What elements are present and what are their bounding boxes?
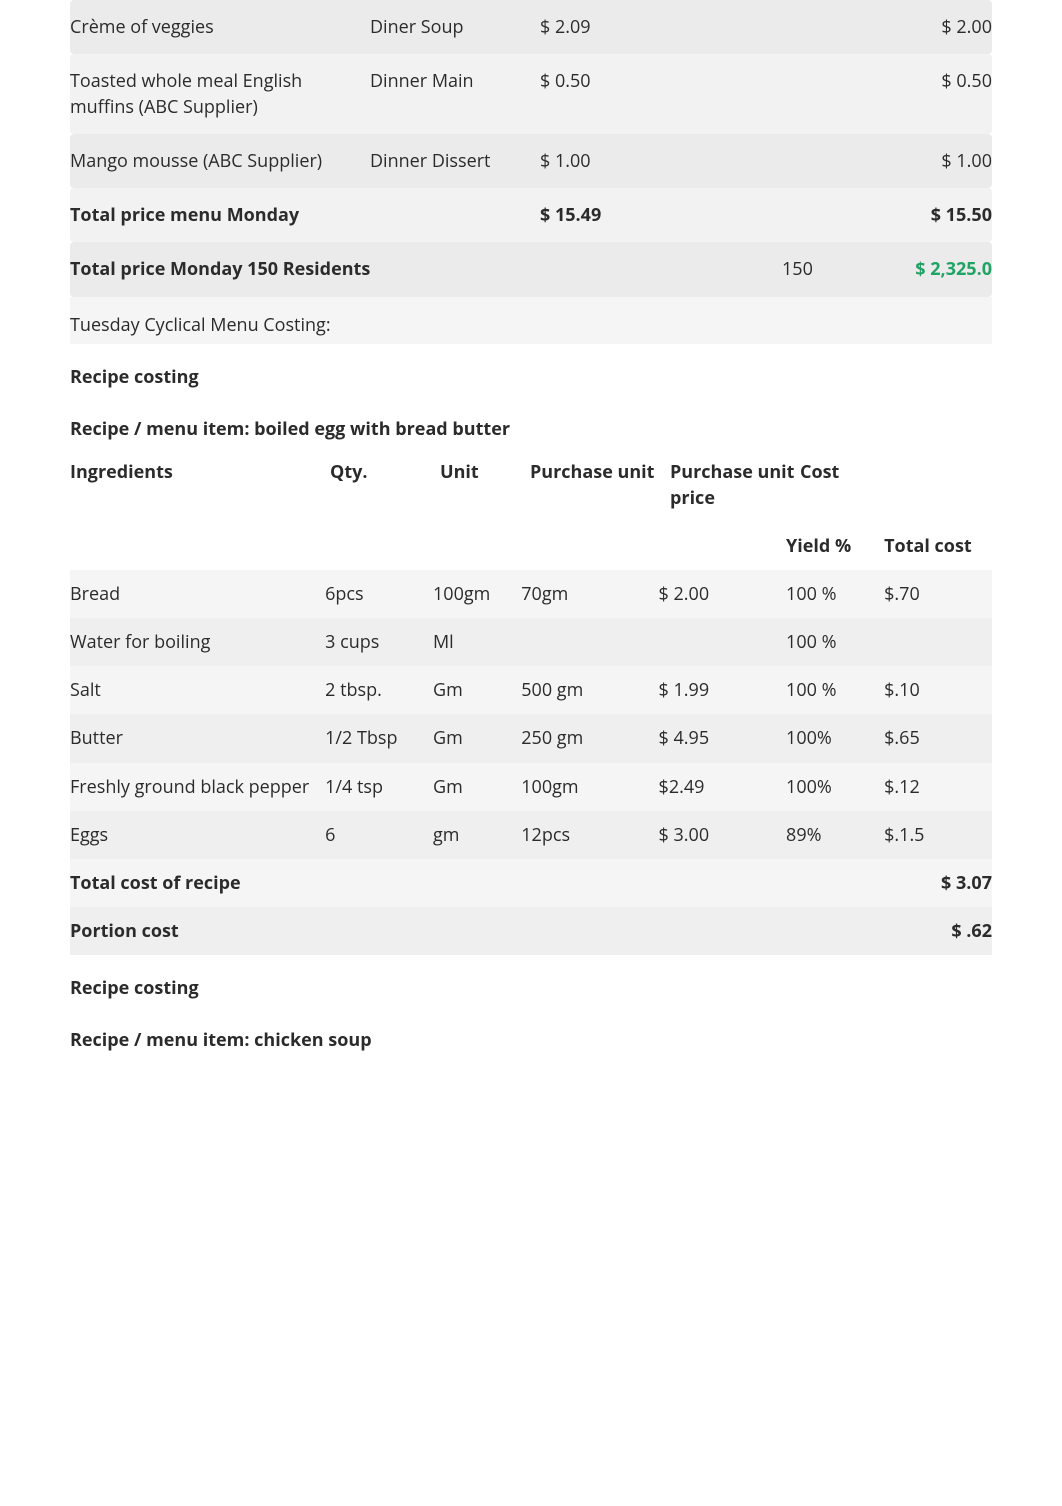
cell-yield: 100% <box>786 725 884 751</box>
cell-ingredient: Butter <box>70 725 325 751</box>
cell-ingredient: Water for boiling <box>70 629 325 655</box>
sub-section-heading: Tuesday Cyclical Menu Costing: <box>70 297 992 344</box>
col-ingredients: Ingredients <box>70 459 330 485</box>
menu-row: Mango mousse (ABC Supplier) Dinner Disse… <box>70 134 992 188</box>
menu-row: Toasted whole meal English muffins (ABC … <box>70 54 992 134</box>
menu-grand-label: Total price Monday 150 Residents <box>70 256 540 282</box>
menu-total-row: Total price menu Monday $ 15.49 $ 15.50 <box>70 188 992 242</box>
cell-total: $.70 <box>884 581 992 607</box>
menu-item-price: $ 1.00 <box>540 148 690 174</box>
cell-purchase-unit-price: $ 3.00 <box>659 822 787 848</box>
menu-item-name: Mango mousse (ABC Supplier) <box>70 148 370 174</box>
cell-ingredient: Freshly ground black pepper <box>70 774 325 800</box>
menu-total-price: $ 15.49 <box>540 202 690 228</box>
menu-total-ext: $ 15.50 <box>882 202 992 228</box>
col-total-cost: Total cost <box>884 533 992 559</box>
menu-item-price: $ 0.50 <box>540 68 690 94</box>
recipe-header-row: Ingredients Qty. Unit Purchase unit Purc… <box>70 448 992 522</box>
cell-ingredient: Eggs <box>70 822 325 848</box>
recipe-costing-heading: Recipe costing <box>70 955 992 1007</box>
recipe-row: Eggs 6 gm 12pcs $ 3.00 89% $.1.5 <box>70 811 992 859</box>
cell-purchase-unit-price: $ 1.99 <box>659 677 787 703</box>
cell-yield: 100 % <box>786 581 884 607</box>
cell-qty: 1/4 tsp <box>325 774 433 800</box>
cell-purchase-unit: 500 gm <box>521 677 658 703</box>
recipe-total-label: Total cost of recipe <box>70 870 882 896</box>
menu-meal-type: Dinner Dissert <box>370 148 540 174</box>
cell-unit: Gm <box>433 774 521 800</box>
menu-grand-ext: $ 2,325.0 <box>882 256 992 282</box>
sub-section-text: Tuesday Cyclical Menu Costing: <box>70 313 331 337</box>
cell-purchase-unit-price: $2.49 <box>659 774 787 800</box>
menu-grand-total-row: Total price Monday 150 Residents 150 $ 2… <box>70 242 992 296</box>
cell-total: $.1.5 <box>884 822 992 848</box>
cell-unit: gm <box>433 822 521 848</box>
portion-cost-row: Portion cost $ .62 <box>70 907 992 955</box>
recipe-title: Recipe / menu item: chicken soup <box>70 1007 992 1059</box>
menu-item-name: Crème of veggies <box>70 14 370 40</box>
cell-yield: 100 % <box>786 677 884 703</box>
menu-total-label: Total price menu Monday <box>70 202 370 228</box>
cell-total: $.12 <box>884 774 992 800</box>
cell-purchase-unit: 100gm <box>521 774 658 800</box>
menu-meal-type: Diner Soup <box>370 14 540 40</box>
recipe-subheader-row: Yield % Total cost <box>70 522 992 570</box>
cell-qty: 6pcs <box>325 581 433 607</box>
cell-unit: Gm <box>433 677 521 703</box>
cell-yield: 100 % <box>786 629 884 655</box>
cell-ingredient: Bread <box>70 581 325 607</box>
menu-item-ext: $ 1.00 <box>882 148 992 174</box>
cell-qty: 3 cups <box>325 629 433 655</box>
col-purchase-unit-price: Purchase unit price <box>670 459 800 511</box>
cell-yield: 89% <box>786 822 884 848</box>
cell-ingredient: Salt <box>70 677 325 703</box>
menu-grand-qty: 150 <box>782 256 882 282</box>
cell-unit: Gm <box>433 725 521 751</box>
recipe-title: Recipe / menu item: boiled egg with brea… <box>70 396 992 448</box>
cell-purchase-unit-price: $ 2.00 <box>659 581 787 607</box>
portion-cost-label: Portion cost <box>70 918 882 944</box>
portion-cost-value: $ .62 <box>882 918 992 944</box>
cell-yield: 100% <box>786 774 884 800</box>
cell-purchase-unit: 12pcs <box>521 822 658 848</box>
cell-qty: 1/2 Tbsp <box>325 725 433 751</box>
cell-qty: 6 <box>325 822 433 848</box>
cell-purchase-unit: 250 gm <box>521 725 658 751</box>
recipe-total-value: $ 3.07 <box>882 870 992 896</box>
recipe-row: Butter 1/2 Tbsp Gm 250 gm $ 4.95 100% $.… <box>70 714 992 762</box>
recipe-row: Freshly ground black pepper 1/4 tsp Gm 1… <box>70 763 992 811</box>
cell-unit: Ml <box>433 629 521 655</box>
menu-item-name: Toasted whole meal English muffins (ABC … <box>70 68 370 120</box>
menu-item-ext: $ 2.00 <box>882 14 992 40</box>
menu-meal-type: Dinner Main <box>370 68 540 94</box>
col-cost: Cost <box>800 459 900 485</box>
menu-item-ext: $ 0.50 <box>882 68 992 94</box>
cell-qty: 2 tbsp. <box>325 677 433 703</box>
menu-item-price: $ 2.09 <box>540 14 690 40</box>
col-yield: Yield % <box>786 533 884 559</box>
col-purchase-unit: Purchase unit <box>530 459 670 485</box>
recipe-row: Salt 2 tbsp. Gm 500 gm $ 1.99 100 % $.10 <box>70 666 992 714</box>
menu-row: Crème of veggies Diner Soup $ 2.09 $ 2.0… <box>70 0 992 54</box>
cell-purchase-unit: 70gm <box>521 581 658 607</box>
col-qty: Qty. <box>330 459 440 485</box>
recipe-row: Water for boiling 3 cups Ml 100 % <box>70 618 992 666</box>
cell-unit: 100gm <box>433 581 521 607</box>
recipe-costing-heading: Recipe costing <box>70 344 992 396</box>
recipe-total-row: Total cost of recipe $ 3.07 <box>70 859 992 907</box>
cell-total: $.10 <box>884 677 992 703</box>
cell-total: $.65 <box>884 725 992 751</box>
cell-purchase-unit-price: $ 4.95 <box>659 725 787 751</box>
col-unit: Unit <box>440 459 530 485</box>
recipe-row: Bread 6pcs 100gm 70gm $ 2.00 100 % $.70 <box>70 570 992 618</box>
